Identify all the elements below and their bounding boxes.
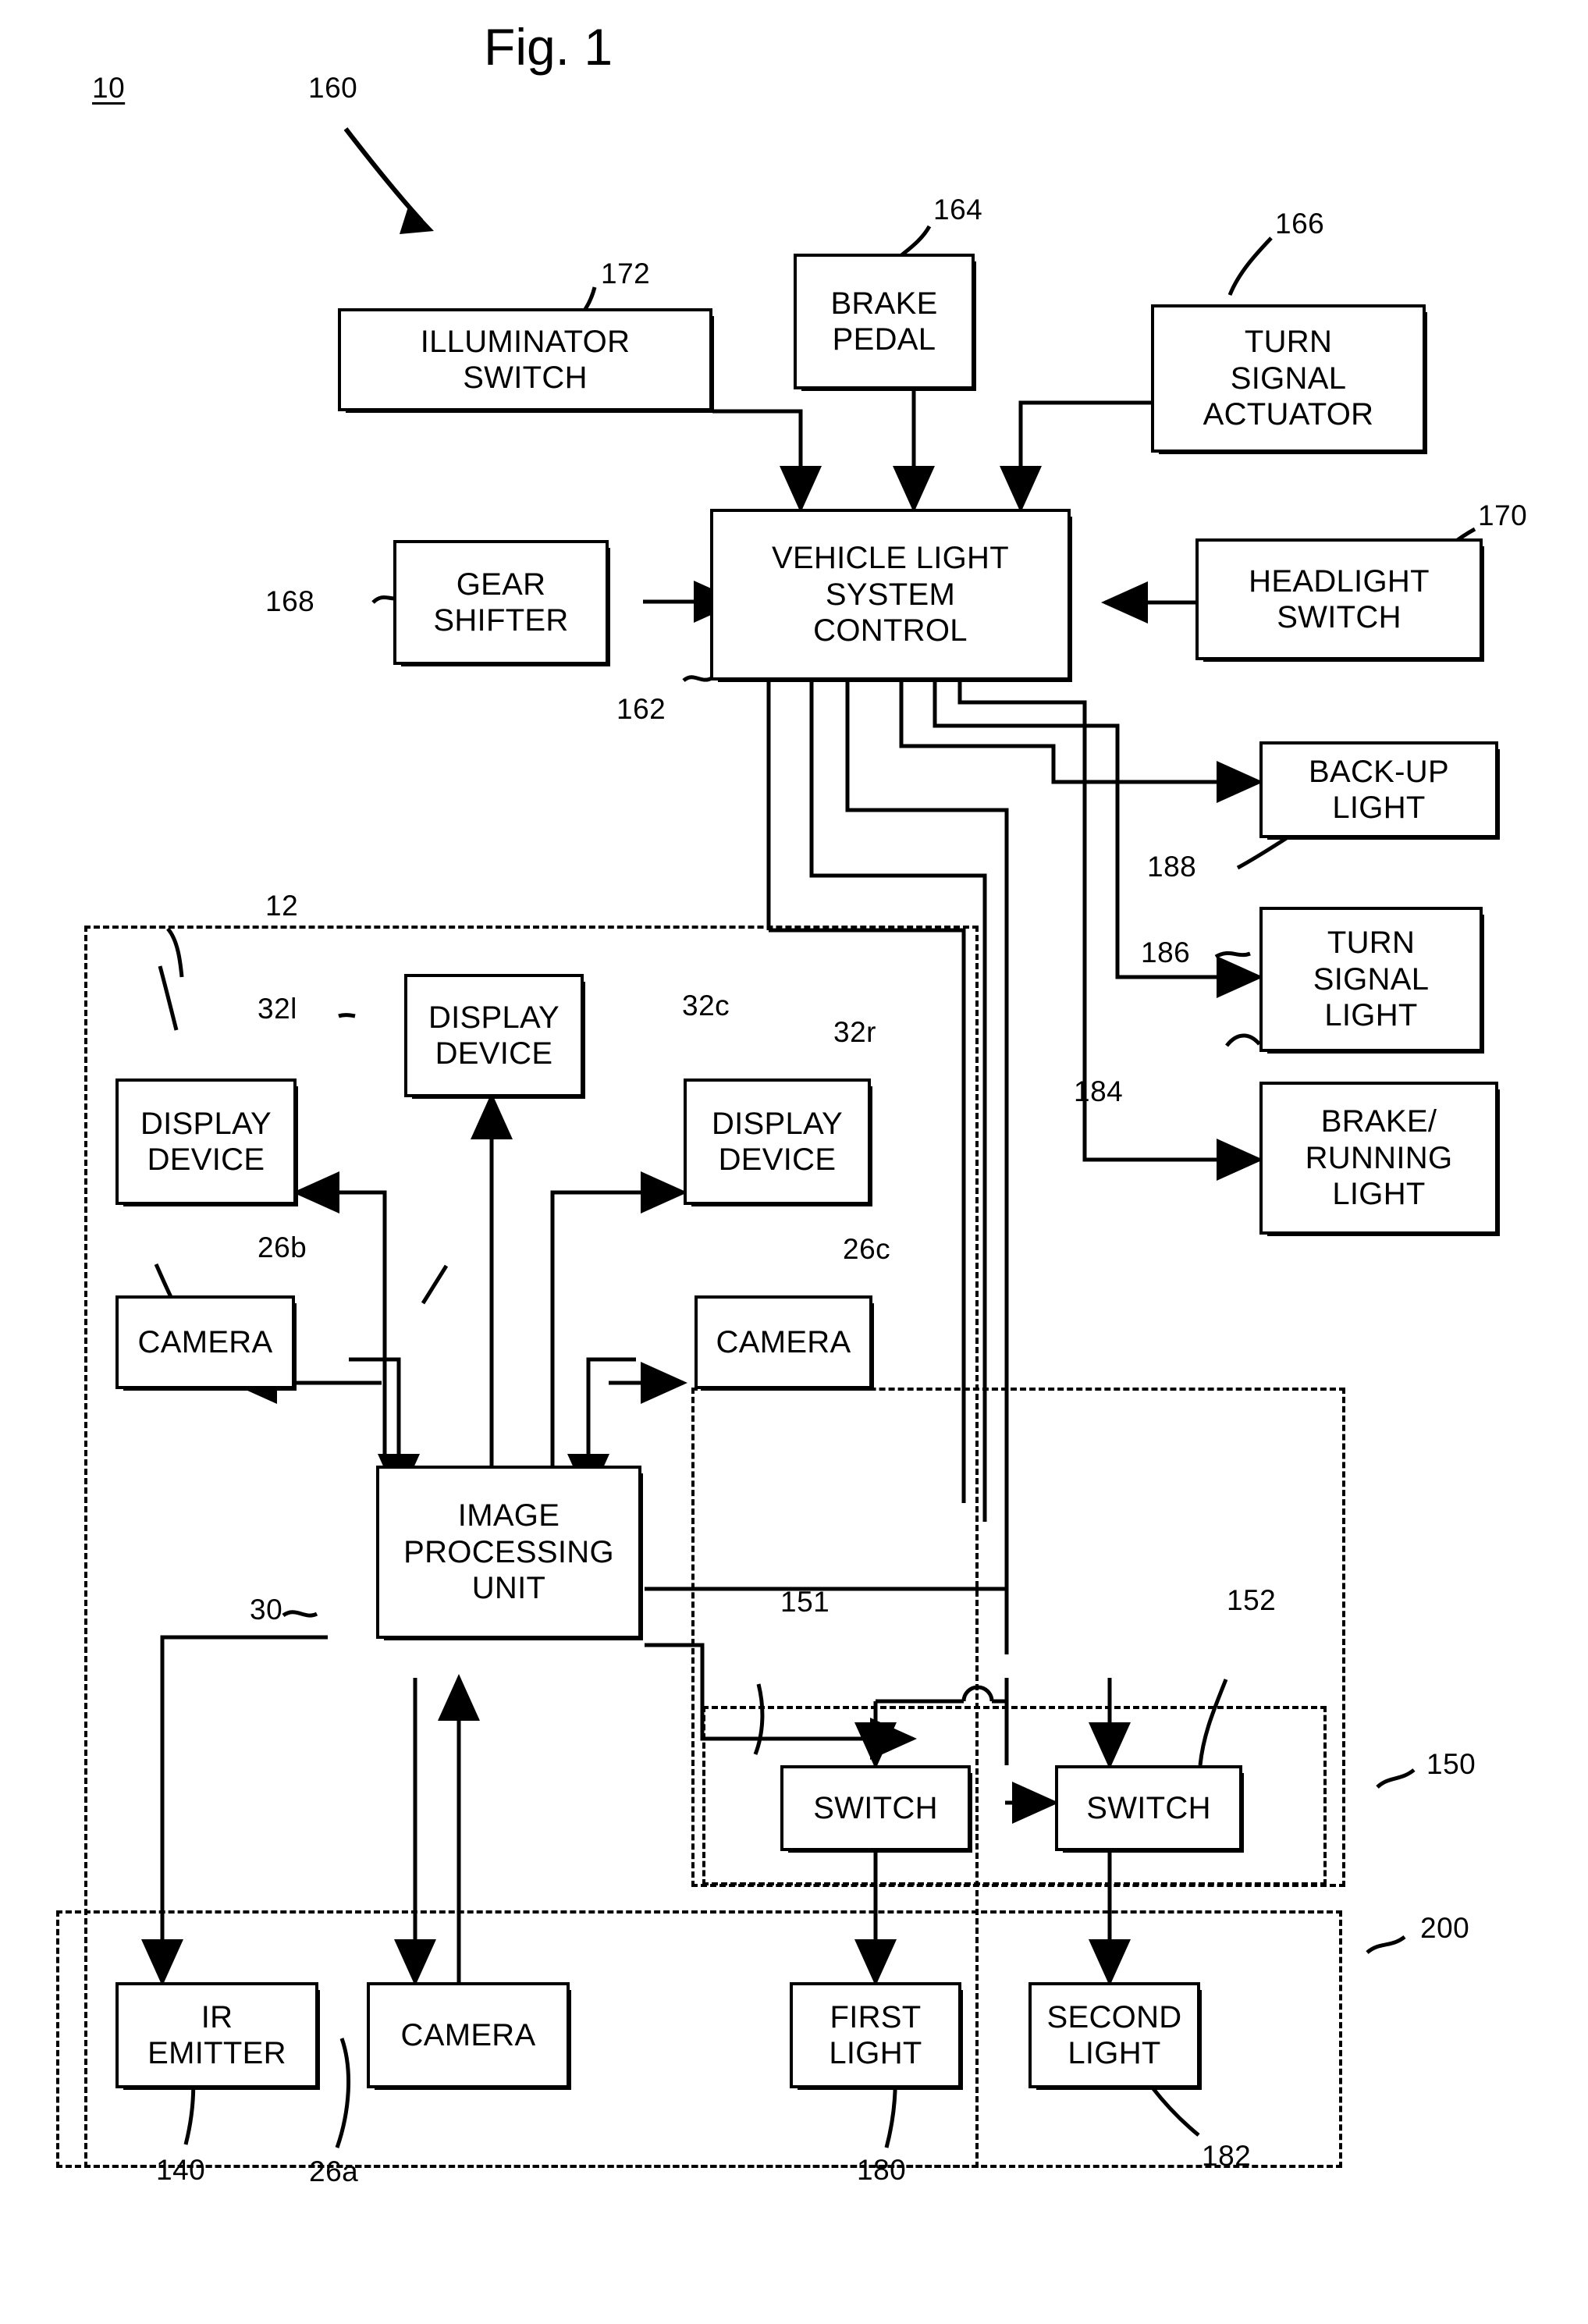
first-light-block[interactable]: FIRST LIGHT [790,1982,963,2090]
display-device-center-block[interactable]: DISPLAY DEVICE [404,974,585,1099]
ref-vision-12: 12 [265,890,299,922]
ref-light-group-200: 200 [1420,1912,1470,1944]
ref-turn-light-186: 186 [1141,936,1191,968]
ref-system-10: 10 [92,72,126,104]
backup-light-label: BACK-UP LIGHT [1309,754,1449,825]
brake-pedal-block[interactable]: BRAKE PEDAL [794,254,976,391]
ref-display-center-32c: 32c [682,990,730,1022]
camera-c-label: CAMERA [716,1324,851,1359]
ref-first-light-180: 180 [857,2154,907,2186]
illuminator-switch-block[interactable]: ILLUMINATOR SWITCH [338,308,714,413]
ref-display-right-32r: 32r [833,1016,876,1048]
ref-camera-26a: 26a [309,2155,359,2187]
ref-control-162: 162 [616,693,666,725]
turn-signal-light-label: TURN SIGNAL LIGHT [1313,926,1430,1033]
backup-light-block[interactable]: BACK-UP LIGHT [1259,741,1500,840]
ir-emitter-block[interactable]: IR EMITTER [115,1982,320,2090]
turn-signal-actuator-label: TURN SIGNAL ACTUATOR [1203,325,1374,432]
ref-camera-26b: 26b [258,1231,307,1263]
ref-gear-shifter-168: 168 [265,585,315,617]
display-device-right-label: DISPLAY DEVICE [711,1106,844,1177]
camera-c-block[interactable]: CAMERA [695,1295,874,1391]
ref-display-left-32l: 32l [258,993,297,1025]
display-device-left-block[interactable]: DISPLAY DEVICE [115,1078,298,1206]
ref-illuminator-172: 172 [601,258,651,290]
turn-signal-light-block[interactable]: TURN SIGNAL LIGHT [1259,907,1484,1054]
display-device-center-label: DISPLAY DEVICE [428,1000,560,1071]
switch-1-label: SWITCH [813,1790,938,1825]
ref-camera-26c: 26c [843,1233,891,1265]
ref-backup-188: 188 [1147,851,1197,883]
display-device-right-block[interactable]: DISPLAY DEVICE [684,1078,872,1206]
ir-emitter-label: IR EMITTER [147,1999,286,2070]
display-device-left-label: DISPLAY DEVICE [140,1106,272,1177]
camera-b-block[interactable]: CAMERA [115,1295,297,1391]
ref-turn-actuator-166: 166 [1275,208,1325,240]
image-processing-unit-block[interactable]: IMAGE PROCESSING UNIT [376,1466,643,1640]
ref-second-light-182: 182 [1202,2140,1252,2172]
headlight-switch-block[interactable]: HEADLIGHT SWITCH [1195,538,1484,662]
headlight-switch-label: HEADLIGHT SWITCH [1249,563,1430,634]
image-processing-unit-label: IMAGE PROCESSING UNIT [403,1498,614,1606]
brake-running-light-label: BRAKE/RUNNING LIGHT [1305,1104,1453,1212]
second-light-label: SECOND LIGHT [1046,1999,1182,2070]
ref-ir-emitter-140: 140 [156,2154,206,2186]
ref-switch-151: 151 [780,1586,830,1618]
switch-1-block[interactable]: SWITCH [780,1765,972,1853]
vehicle-light-system-control-label: VEHICLE LIGHT SYSTEM CONTROL [772,541,1009,649]
figure-title: Fig. 1 [484,18,613,76]
ref-switch-152: 152 [1227,1584,1277,1616]
ref-brake-light-184: 184 [1074,1075,1124,1107]
gear-shifter-block[interactable]: GEAR SHIFTER [393,540,610,666]
vehicle-light-system-control-block[interactable]: VEHICLE LIGHT SYSTEM CONTROL [710,509,1072,682]
ref-switch-group-150: 150 [1426,1748,1476,1780]
gear-shifter-label: GEAR SHIFTER [433,567,569,638]
first-light-label: FIRST LIGHT [829,1999,922,2070]
turn-signal-actuator-block[interactable]: TURN SIGNAL ACTUATOR [1151,304,1427,454]
second-light-block[interactable]: SECOND LIGHT [1028,1982,1202,2090]
brake-pedal-label: BRAKE PEDAL [830,286,938,357]
ref-brake-pedal-164: 164 [933,194,983,226]
camera-a-label: CAMERA [400,2017,536,2052]
switch-2-label: SWITCH [1086,1790,1211,1825]
ref-ipu-30: 30 [250,1594,283,1626]
camera-b-label: CAMERA [137,1324,273,1359]
ref-light-system-160: 160 [308,72,358,104]
illuminator-switch-label: ILLUMINATOR SWITCH [420,324,631,395]
camera-a-block[interactable]: CAMERA [367,1982,571,2090]
switch-2-block[interactable]: SWITCH [1055,1765,1244,1853]
patent-figure-page: Fig. 1 10 160 172 164 166 168 170 162 18… [0,0,1588,2324]
ref-headlight-170: 170 [1478,499,1528,531]
brake-running-light-block[interactable]: BRAKE/RUNNING LIGHT [1259,1082,1500,1236]
